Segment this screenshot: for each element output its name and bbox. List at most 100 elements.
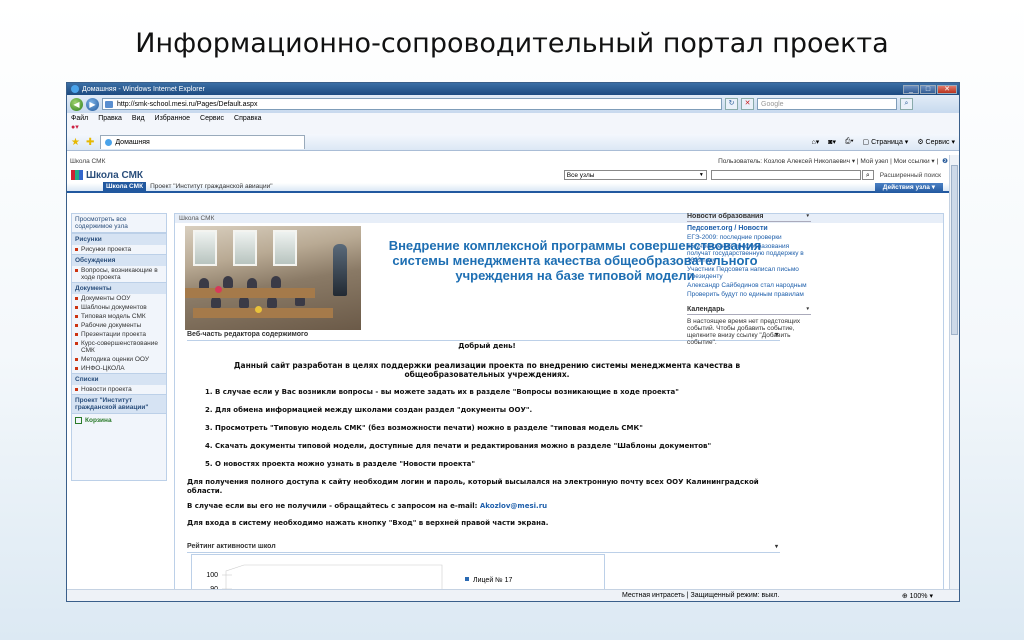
tab-home[interactable]: Домашняя	[100, 135, 306, 149]
recycle-bin-icon	[75, 417, 82, 424]
rating-menu-icon[interactable]: ▾	[775, 542, 778, 552]
home-icon[interactable]: ⌂▾	[812, 138, 820, 146]
top-nav: Школа СМК Проект "Институт гражданской а…	[67, 182, 951, 193]
nav-item-methodology[interactable]: Методика оценки ООУ	[72, 355, 166, 364]
instruction-2: 2. Для обмена информацией между школами …	[205, 406, 533, 414]
instruction-5: 5. О новостях проекта можно узнать в раз…	[205, 460, 476, 468]
slide-title: Информационно-сопроводительный портал пр…	[135, 28, 889, 59]
page-body: Просмотреть все содержимое узла Рисунки …	[67, 207, 951, 601]
forward-button[interactable]: ▶	[86, 97, 99, 111]
favorites-star-icon[interactable]: ★	[71, 137, 80, 148]
news-menu-icon[interactable]: ▾	[806, 213, 809, 220]
favorites-bar: ★ ✚ Домашняя ⌂▾ ◙▾ ⎙▾ ▢ Страница ▾ ⚙ Сер…	[67, 134, 959, 151]
site-search-input[interactable]	[710, 170, 861, 180]
site-search-button[interactable]: ⌕	[861, 170, 874, 180]
menu-view[interactable]: Вид	[132, 115, 145, 122]
news-item[interactable]: ЕГЭ-2009: последние проверки	[687, 234, 811, 241]
rating-header: Рейтинг активности школ ▾	[187, 542, 780, 553]
nav-item-templates[interactable]: Шаблоны документов	[72, 303, 166, 312]
calendar-text: В настоящее время нет предстоящих событи…	[687, 318, 801, 346]
nav-item-info-school[interactable]: ИНФО-ЦКОЛА	[72, 364, 166, 373]
add-favorite-icon[interactable]: ✚	[86, 137, 94, 148]
site-actions-button[interactable]: Действия узла ▾	[874, 183, 943, 193]
ie-icon	[71, 85, 79, 93]
vertical-scrollbar[interactable]	[949, 155, 959, 591]
security-zone: Местная интрасеть | Защищенный режим: вы…	[622, 592, 780, 599]
window-title: Домашняя - Windows Internet Explorer	[82, 85, 205, 93]
zoom-level[interactable]: ⊕ 100% ▾	[902, 592, 933, 600]
nav-item-news[interactable]: Новости проекта	[72, 385, 166, 394]
back-button[interactable]: ◀	[70, 97, 83, 111]
site-top-bar: Школа СМК Пользователь: Козлов Алексей Н…	[67, 155, 951, 167]
print-icon[interactable]: ⎙▾	[845, 138, 854, 146]
quick-launch: Просмотреть все содержимое узла Рисунки …	[71, 213, 167, 481]
nav-item-documents-oou[interactable]: Документы ООУ	[72, 294, 166, 303]
news-item[interactable]: Участник Педсовета написал письмо Презид…	[687, 266, 811, 280]
top-crumb[interactable]: Школа СМК	[70, 158, 105, 165]
menu-favorites[interactable]: Избранное	[155, 115, 190, 122]
nav-item-model[interactable]: Типовая модель СМК	[72, 312, 166, 321]
tools-menu[interactable]: ⚙ Сервис ▾	[917, 138, 955, 146]
email-link[interactable]: Akozlov@mesi.ru	[480, 502, 547, 510]
menu-help[interactable]: Справка	[234, 115, 261, 122]
recycle-bin-link[interactable]: Корзина	[72, 413, 166, 427]
nav-item-course[interactable]: Курс-совершенствование СМК	[72, 339, 166, 355]
view-all-content-link[interactable]: Просмотреть все содержимое узла	[72, 214, 166, 233]
nav-item-presentations[interactable]: Презентации проекта	[72, 330, 166, 339]
site-header: Школа СМК Все узлы ⌕ Расширенный поиск	[67, 167, 951, 183]
nav-item-working-docs[interactable]: Рабочие документы	[72, 321, 166, 330]
nav-header-pictures[interactable]: Рисунки	[72, 233, 166, 245]
menu-file[interactable]: Файл	[71, 115, 88, 122]
title-bar: Домашняя - Windows Internet Explorer _ □…	[67, 83, 959, 95]
page-icon	[105, 101, 113, 108]
news-item[interactable]: Проверить будут по единым правилам	[687, 291, 811, 298]
nav-header-project[interactable]: Проект "Институт гражданской авиации"	[72, 394, 166, 413]
news-header: Новости образования ▾	[687, 213, 811, 222]
menu-edit[interactable]: Правка	[98, 115, 122, 122]
nav-header-discussions[interactable]: Обсуждения	[72, 254, 166, 266]
maximize-button[interactable]: □	[920, 84, 936, 94]
tab-school-smk[interactable]: Школа СМК	[103, 182, 147, 191]
calendar-menu-icon[interactable]: ▾	[806, 306, 809, 313]
legend-swatch	[465, 577, 469, 581]
browser-window: Домашняя - Windows Internet Explorer _ □…	[66, 82, 960, 602]
address-bar: ◀ ▶ http://smk-school.mesi.ru/Pages/Defa…	[67, 95, 959, 113]
instruction-4: 4. Скачать документы типовой модели, дос…	[205, 442, 712, 450]
address-input[interactable]: http://smk-school.mesi.ru/Pages/Default.…	[102, 98, 722, 110]
minimize-button[interactable]: _	[903, 84, 919, 94]
site-logo-icon	[71, 170, 83, 180]
instruction-1: 1. В случае если у Вас возникли вопросы …	[205, 388, 679, 396]
nav-header-lists[interactable]: Списки	[72, 373, 166, 385]
main-breadcrumb[interactable]: Школа СМК	[175, 214, 943, 223]
user-menu[interactable]: Пользователь: Козлов Алексей Николаевич …	[718, 157, 938, 165]
menu-tools[interactable]: Сервис	[200, 115, 224, 122]
search-icon[interactable]: ⌕	[900, 98, 913, 110]
links-bar: ●▾	[67, 123, 959, 134]
refresh-icon[interactable]: ↻	[725, 98, 738, 110]
news-item[interactable]: Александр Сайбединов стал народным	[687, 282, 811, 289]
news-source-link[interactable]: Педсовет.org / Новости	[687, 225, 811, 232]
close-button[interactable]: ✕	[937, 84, 957, 94]
site-name[interactable]: Школа СМК	[86, 170, 143, 181]
search-input[interactable]: Google	[757, 98, 897, 110]
feeds-icon[interactable]: ◙▾	[828, 138, 836, 146]
menu-bar: Файл Правка Вид Избранное Сервис Справка	[67, 113, 959, 123]
news-item[interactable]: 65 учреждений профобразования получат го…	[687, 243, 811, 264]
stop-icon[interactable]: ✕	[741, 98, 754, 110]
instruction-3: 3. Просмотреть "Типовую модель СМК" (без…	[205, 424, 643, 432]
nav-item-project-pictures[interactable]: Рисунки проекта	[72, 245, 166, 254]
search-scope-select[interactable]: Все узлы	[563, 170, 707, 180]
intro-text: Данный сайт разработан в целях поддержки…	[233, 361, 741, 379]
scroll-thumb[interactable]	[951, 165, 958, 335]
status-bar: Местная интрасеть | Защищенный режим: вы…	[67, 589, 959, 601]
login-note: Для входа в систему необходимо нажать кн…	[187, 519, 549, 527]
nav-header-documents[interactable]: Документы	[72, 282, 166, 294]
right-column: Новости образования ▾ Педсовет.org / Ново…	[687, 213, 811, 348]
page-menu[interactable]: ▢ Страница ▾	[863, 138, 909, 146]
tab-project[interactable]: Проект "Институт гражданской авиации"	[146, 182, 277, 191]
nav-item-questions[interactable]: Вопросы, возникающие в ходе проекта	[72, 266, 166, 282]
links-icon[interactable]: ●▾	[71, 124, 79, 131]
help-icon[interactable]: ❷	[942, 157, 948, 165]
advanced-search-link[interactable]: Расширенный поиск	[880, 172, 941, 179]
y-tick-label: 100	[206, 572, 218, 579]
